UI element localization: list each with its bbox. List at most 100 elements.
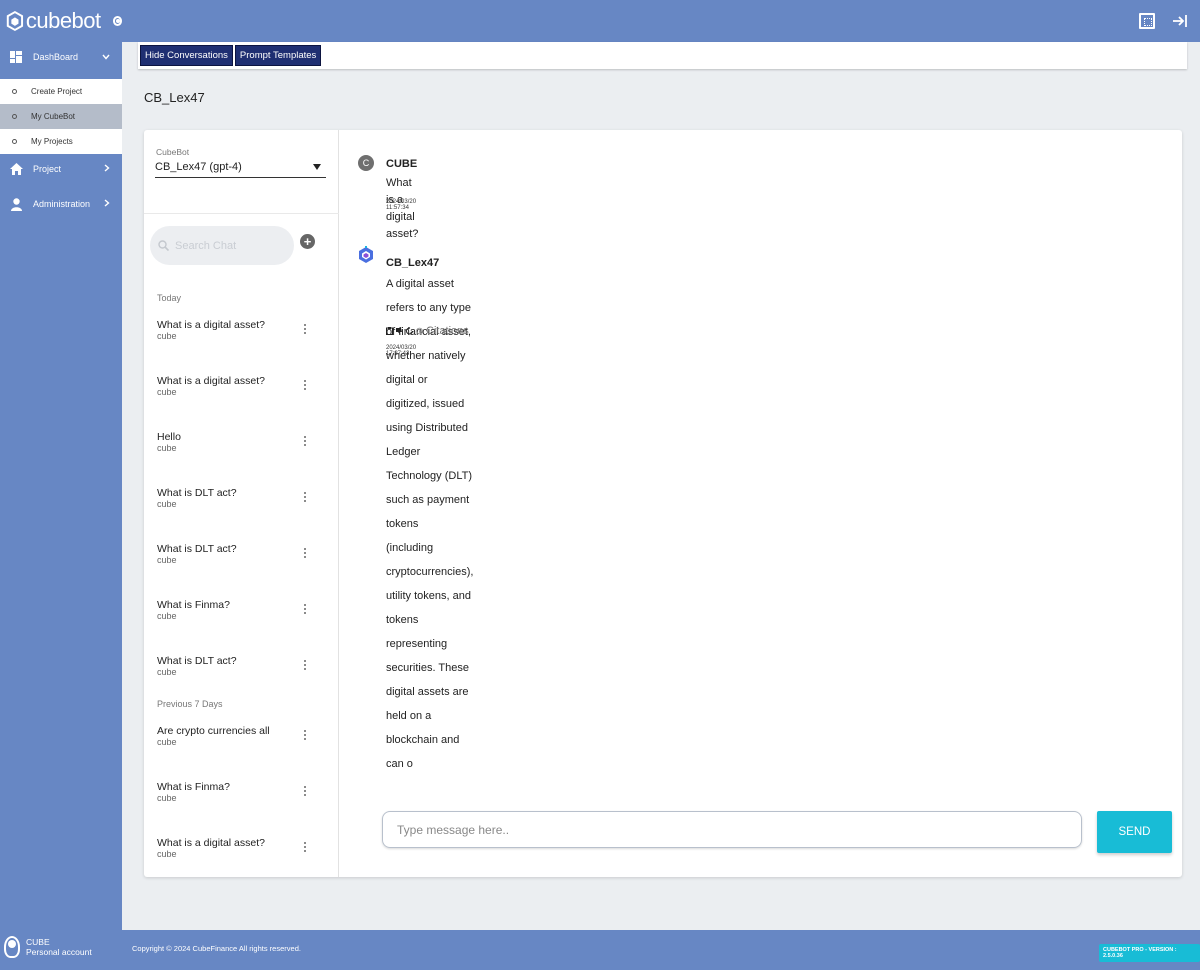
message-text-line: (including cryptocurrencies), utility to… [386,542,474,770]
conversation-owner: cube [157,793,177,803]
conversation-item[interactable]: Hello cube [144,417,339,473]
chevron-right-icon [104,163,110,175]
conversation-owner: cube [157,611,177,621]
conversation-item[interactable]: What is Finma? cube [144,767,339,823]
conversation-item[interactable]: What is DLT act? cube [144,473,339,529]
hide-conversations-button[interactable]: Hide Conversations [140,45,233,66]
conversation-title: What is a digital asset? [157,319,265,331]
bot-select-value: CB_Lex47 (gpt-4) [155,161,242,173]
more-vertical-icon[interactable] [304,658,308,672]
conversation-title: Are crypto currencies all [157,725,270,737]
conversation-owner: cube [157,555,177,565]
more-vertical-icon[interactable] [304,490,308,504]
info-icon [416,327,423,335]
refresh-icon[interactable] [406,327,413,335]
more-vertical-icon[interactable] [304,728,308,742]
brand-name: cubebot [25,8,101,33]
user-profile[interactable]: CUBE Personal account [4,936,92,958]
conversation-title: Hello [157,431,181,443]
sidebar-item-label: Create Project [31,87,83,96]
bot-select-section: CubeBot CB_Lex47 (gpt-4) [144,130,339,214]
page-title: CB_Lex47 [144,90,205,105]
conversation-title: What is Finma? [157,781,230,793]
conversation-title: What is DLT act? [157,655,237,667]
message-input[interactable] [397,822,1047,837]
group-label-today: Today [157,293,182,303]
clipboard-icon[interactable] [386,327,393,335]
chevron-down-icon [102,51,110,63]
sidebar-item-label: My Projects [31,137,73,146]
more-vertical-icon[interactable] [304,602,308,616]
conversations-panel: CubeBot CB_Lex47 (gpt-4) + Today What is… [144,130,339,877]
circle-icon [12,89,17,94]
conversation-title: What is DLT act? [157,543,237,555]
dashboard-submenu: Create Project My CubeBot My Projects [0,79,122,154]
user-name: CUBE [26,937,50,947]
send-button[interactable]: SEND [1097,811,1172,853]
copyright-text: Copyright © 2024 CubeFinance All rights … [132,944,301,953]
conversation-item[interactable]: What is a digital asset? cube [144,305,339,361]
search-chat-box [150,226,294,265]
group-label-previous: Previous 7 Days [157,699,223,709]
more-vertical-icon[interactable] [304,840,308,854]
version-badge: CUBEBOT PRO - VERSION : 2.5.0.36 [1099,944,1200,962]
sidebar-item-label: Project [33,164,62,174]
citations-link[interactable]: Citations [426,325,469,337]
conversation-title: What is Finma? [157,599,230,611]
conversation-item[interactable]: What is DLT act? cube [144,529,339,585]
sidebar-item-project[interactable]: Project [0,154,122,184]
bot-avatar-icon [359,246,373,263]
conversation-list: Today What is a digital asset? cube What i… [144,290,339,877]
search-chat-input[interactable] [175,239,285,252]
circle-icon [12,139,17,144]
footer: Copyright © 2024 CubeFinance All rights … [122,930,1200,970]
more-vertical-icon[interactable] [304,322,308,336]
conversation-owner: cube [157,499,177,509]
more-vertical-icon[interactable] [304,378,308,392]
conversation-item[interactable]: What is Finma? cube [144,585,339,641]
home-icon [9,162,23,176]
sidebar-item-create-project[interactable]: Create Project [0,79,122,104]
sidebar-item-label: Administration [33,199,91,209]
message-author: CB_Lex47 [386,257,440,269]
more-vertical-icon[interactable] [304,546,308,560]
top-bar [122,0,1200,42]
chat-card: CubeBot CB_Lex47 (gpt-4) + Today What is… [144,130,1182,877]
conversation-item[interactable]: What is a digital asset? cube [144,361,339,417]
caret-down-icon [313,164,321,170]
conversation-item[interactable]: Are crypto currencies all cube [144,711,339,767]
conversation-owner: cube [157,387,177,397]
conversation-item[interactable]: What is a digital asset? cube [144,823,339,877]
new-chat-plus-icon[interactable]: + [300,234,315,249]
prompt-templates-button[interactable]: Prompt Templates [234,45,322,66]
person-icon [9,197,23,211]
message-author: CUBE [386,158,418,170]
circle-icon [12,114,17,119]
message-text-line: A digital asset refers to any type of fi… [386,278,472,530]
dashboard-icon [9,50,23,64]
conversation-owner: cube [157,443,177,453]
conversation-owner: cube [157,737,177,747]
sidebar-item-my-cubebot[interactable]: My CubeBot [0,104,122,129]
conversation-toolbar: Hide Conversations Prompt Templates [138,42,1187,69]
more-vertical-icon[interactable] [304,434,308,448]
brand: cubebot [0,0,122,42]
sidebar-item-administration[interactable]: Administration [0,189,122,219]
cubebot-logo-icon [6,10,24,32]
sidebar-item-label: DashBoard [33,52,79,62]
sidebar-item-my-projects[interactable]: My Projects [0,129,122,154]
user-avatar: C [358,155,374,171]
logout-icon[interactable] [1172,13,1188,29]
sidebar-item-dashboard[interactable]: DashBoard [0,42,122,72]
conversation-owner: cube [157,331,177,341]
bot-select-dropdown[interactable]: CB_Lex47 (gpt-4) [155,161,326,178]
sidebar-toggle-icon[interactable] [112,16,122,26]
user-account-type: Personal account [26,947,92,957]
conversation-item[interactable]: What is DLT act? cube [144,641,339,697]
conversation-title: What is a digital asset? [157,375,265,387]
sidebar: cubebot DashBoard Create Project My Cube… [0,0,122,970]
more-vertical-icon[interactable] [304,784,308,798]
thumbs-down-icon[interactable] [396,327,403,335]
fullscreen-icon[interactable] [1139,13,1155,29]
user-avatar-icon [4,936,20,958]
